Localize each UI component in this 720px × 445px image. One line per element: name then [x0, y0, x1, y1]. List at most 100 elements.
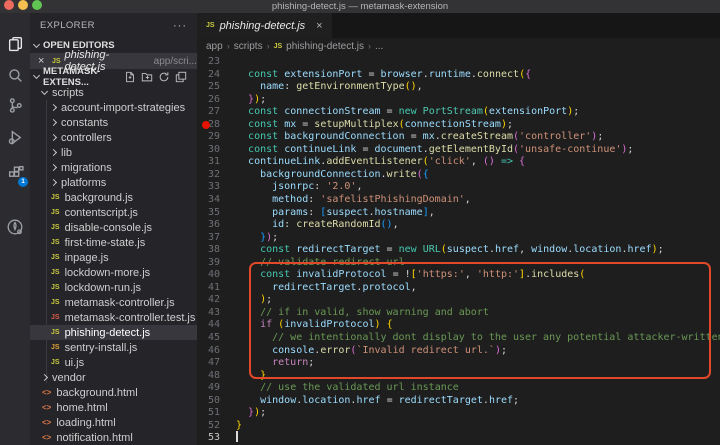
- code-line-42[interactable]: );: [197, 294, 720, 307]
- code-line-53[interactable]: [197, 432, 720, 445]
- code-editor[interactable]: 2324252627282930313233343536373839404142…: [197, 54, 720, 445]
- breadcrumb-item-phishing-detect.js[interactable]: phishing-detect.js: [286, 41, 364, 52]
- tree-item-home.html[interactable]: <> home.html: [30, 400, 197, 415]
- code-line-37[interactable]: });: [197, 232, 720, 245]
- js-file-icon: JS: [51, 254, 60, 261]
- chevron-right-icon: [50, 119, 57, 126]
- window-title: phishing-detect.js — metamask-extension: [0, 0, 720, 13]
- js-file-icon: JS: [206, 22, 215, 29]
- tree-item-first-time-state.js[interactable]: JSfirst-time-state.js: [30, 235, 197, 250]
- text-cursor: [236, 431, 238, 442]
- tree-item-metamask-controller.test.js[interactable]: JSmetamask-controller.test.js: [30, 310, 197, 325]
- workspace-header[interactable]: METAMASK-EXTENS...: [30, 69, 197, 84]
- tree-item-metamask-controller.js[interactable]: JSmetamask-controller.js: [30, 295, 197, 310]
- code-line-47[interactable]: return;: [197, 357, 720, 370]
- breadcrumb-item-scripts[interactable]: scripts: [234, 41, 263, 52]
- tree-item-disable-console.js[interactable]: JSdisable-console.js: [30, 220, 197, 235]
- code-line-50[interactable]: window.location.href = redirectTarget.hr…: [197, 395, 720, 408]
- tree-item-background.js[interactable]: JSbackground.js: [30, 190, 197, 205]
- code-line-24[interactable]: const extensionPort = browser.runtime.co…: [197, 69, 720, 82]
- new-file-icon[interactable]: [124, 71, 136, 83]
- tree-item-label: sentry-install.js: [65, 342, 138, 354]
- tree-item-inpage.js[interactable]: JSinpage.js: [30, 250, 197, 265]
- js-file-icon: JS: [51, 299, 60, 306]
- breadcrumb-item-...[interactable]: ...: [375, 41, 383, 52]
- run-debug-icon[interactable]: [0, 124, 30, 150]
- code-line-38[interactable]: const redirectTarget = new URL(suspect.h…: [197, 244, 720, 257]
- tree-item-contentscript.js[interactable]: JScontentscript.js: [30, 205, 197, 220]
- explorer-icon[interactable]: [0, 30, 30, 56]
- code-line-30[interactable]: const continueLink = document.getElement…: [197, 144, 720, 157]
- tree-item-scripts[interactable]: scripts: [30, 85, 197, 100]
- code-line-32[interactable]: backgroundConnection.write({: [197, 169, 720, 182]
- sidebar-header: EXPLORER ···: [30, 13, 197, 38]
- tree-item-sentry-install.js[interactable]: JSsentry-install.js: [30, 340, 197, 355]
- tree-item-label: disable-console.js: [65, 222, 152, 234]
- breadcrumb-separator: ›: [368, 41, 371, 51]
- code-line-28[interactable]: const mx = setupMultiplex(connectionStre…: [197, 119, 720, 132]
- tree-item-label: home.html: [56, 402, 107, 414]
- tree-item-constants[interactable]: constants: [30, 115, 197, 130]
- code-lines[interactable]: const extensionPort = browser.runtime.co…: [197, 56, 720, 445]
- chevron-down-icon: [33, 40, 40, 47]
- tree-item-phishing-detect.js[interactable]: JSphishing-detect.js: [30, 325, 197, 340]
- html-file-icon: <>: [42, 403, 51, 412]
- tree-item-background.html[interactable]: <>background.html: [30, 385, 197, 400]
- tab-phishing-detect[interactable]: JS phishing-detect.js ×: [197, 13, 332, 38]
- tree-item-controllers[interactable]: controllers: [30, 130, 197, 145]
- chevron-down-icon: [41, 87, 48, 94]
- tree-item-account-import-strategies[interactable]: account-import-strategies: [30, 100, 197, 115]
- tree-item-label: lockdown-more.js: [65, 267, 151, 279]
- code-line-36[interactable]: id: createRandomId(),: [197, 219, 720, 232]
- code-line-44[interactable]: if (invalidProtocol) {: [197, 319, 720, 332]
- tab-label: phishing-detect.js: [220, 20, 306, 32]
- new-folder-icon[interactable]: [141, 71, 153, 83]
- code-line-52[interactable]: }: [197, 420, 720, 433]
- extensions-icon[interactable]: 1: [0, 159, 30, 185]
- tree-item-lockdown-run.js[interactable]: JSlockdown-run.js: [30, 280, 197, 295]
- code-line-40[interactable]: const invalidProtocol = !['https:', 'htt…: [197, 269, 720, 282]
- code-line-25[interactable]: name: getEnvironmentType(),: [197, 81, 720, 94]
- code-line-29[interactable]: const backgroundConnection = mx.createSt…: [197, 131, 720, 144]
- code-line-23[interactable]: [197, 56, 720, 69]
- tree-item-lib[interactable]: lib: [30, 145, 197, 160]
- code-line-31[interactable]: continueLink.addEventListener('click', (…: [197, 156, 720, 169]
- tree-item-migrations[interactable]: migrations: [30, 160, 197, 175]
- code-line-51[interactable]: });: [197, 407, 720, 420]
- html-file-icon: <>: [42, 433, 51, 442]
- open-editor-path: app/scri...: [154, 56, 197, 67]
- tree-item-label: platforms: [61, 177, 106, 189]
- js-file-icon: JS: [51, 194, 60, 201]
- code-line-35[interactable]: params: [suspect.hostname],: [197, 207, 720, 220]
- explorer-sidebar: EXPLORER ··· OPEN EDITORS × JS phishing-…: [30, 13, 197, 445]
- tree-item-notification.html[interactable]: <>notification.html: [30, 430, 197, 445]
- code-line-26[interactable]: });: [197, 94, 720, 107]
- tree-item-vendor[interactable]: vendor: [30, 370, 197, 385]
- code-line-41[interactable]: redirectTarget.protocol,: [197, 282, 720, 295]
- tree-item-ui.js[interactable]: JSui.js: [30, 355, 197, 370]
- collapse-all-icon[interactable]: [175, 71, 187, 83]
- code-line-43[interactable]: // if in valid, show warning and abort: [197, 307, 720, 320]
- code-line-48[interactable]: }: [197, 370, 720, 383]
- code-line-46[interactable]: console.error(`Invalid redirect url.`);: [197, 345, 720, 358]
- code-line-45[interactable]: // we intentionally dont display to the …: [197, 332, 720, 345]
- close-tab-icon[interactable]: ×: [316, 20, 322, 32]
- code-line-33[interactable]: jsonrpc: '2.0',: [197, 181, 720, 194]
- code-line-39[interactable]: // validate redirect url: [197, 257, 720, 270]
- tree-item-platforms[interactable]: platforms: [30, 175, 197, 190]
- rocket-extension-icon[interactable]: [0, 214, 30, 240]
- tree-item-label: loading.html: [56, 417, 115, 429]
- source-control-icon[interactable]: [0, 92, 30, 118]
- code-line-27[interactable]: const connectionStream = new PortStream(…: [197, 106, 720, 119]
- refresh-icon[interactable]: [158, 71, 170, 83]
- tree-item-lockdown-more.js[interactable]: JSlockdown-more.js: [30, 265, 197, 280]
- code-line-49[interactable]: // use the validated url instance: [197, 382, 720, 395]
- search-icon[interactable]: [0, 62, 30, 88]
- code-line-34[interactable]: method: 'safelistPhishingDomain',: [197, 194, 720, 207]
- activity-bar: 1: [0, 13, 30, 445]
- tab-bar: JS phishing-detect.js ×: [197, 13, 720, 38]
- tree-item-label: vendor: [52, 372, 86, 384]
- more-actions-icon[interactable]: ···: [173, 20, 187, 32]
- breadcrumb-item-app[interactable]: app: [206, 41, 223, 52]
- tree-item-loading.html[interactable]: <>loading.html: [30, 415, 197, 430]
